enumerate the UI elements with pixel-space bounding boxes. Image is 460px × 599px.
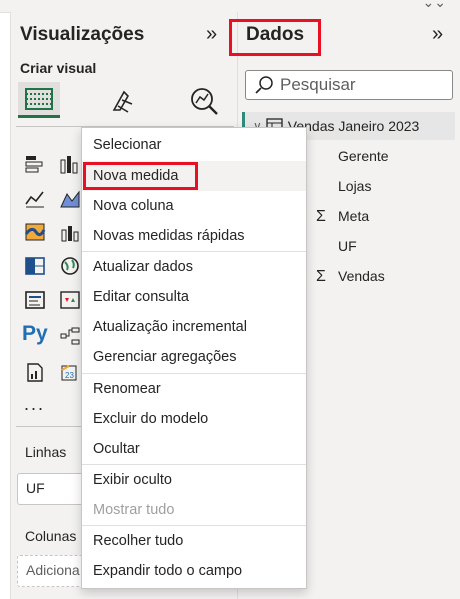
treemap-icon[interactable] — [22, 254, 48, 278]
columns-well-label: Colunas — [25, 528, 77, 544]
stacked-column-chart-icon[interactable] — [57, 152, 83, 176]
kpi-icon[interactable] — [57, 288, 83, 312]
search-icon — [255, 76, 273, 94]
decomposition-tree-icon[interactable] — [57, 324, 83, 348]
menu-item-atualizacao-incremental[interactable]: Atualização incremental — [82, 312, 306, 342]
data-title-highlight — [229, 19, 321, 56]
columns-well-drop-zone[interactable]: Adiciona — [17, 555, 87, 587]
paginated-report-icon[interactable] — [22, 360, 48, 384]
field-gerente[interactable]: Gerente — [316, 148, 389, 164]
menu-item-nova-coluna[interactable]: Nova coluna — [82, 191, 306, 221]
menu-item-novas-medidas-rapidas[interactable]: Novas medidas rápidas — [82, 221, 306, 251]
table-visual-icon[interactable] — [22, 288, 48, 312]
menu-item-gerenciar-agregacoes[interactable]: Gerenciar agregações — [82, 342, 306, 372]
columns-well-placeholder: Adiciona — [26, 562, 80, 578]
collapse-visualizations-icon[interactable]: » — [206, 23, 217, 46]
format-visual-icon[interactable] — [108, 86, 138, 121]
field-lojas[interactable]: Lojas — [316, 178, 371, 194]
menu-item-renomear[interactable]: Renomear — [82, 374, 306, 404]
build-visual-tab[interactable] — [18, 82, 60, 118]
visualizations-title: Visualizações — [20, 24, 145, 45]
rows-well-value: UF — [26, 480, 45, 496]
search-input[interactable]: Pesquisar — [245, 70, 453, 100]
rows-well-field[interactable]: UF — [17, 473, 87, 505]
menu-item-exibir-oculto[interactable]: Exibir oculto — [82, 465, 306, 495]
context-menu: Selecionar Nova medida Nova coluna Novas… — [81, 127, 307, 589]
area-chart-icon[interactable] — [57, 186, 83, 210]
line-chart-icon[interactable] — [22, 186, 48, 210]
more-visuals-icon[interactable]: ... — [24, 394, 45, 415]
field-label: UF — [338, 238, 357, 254]
build-visual-icon — [25, 88, 53, 110]
table-name: Vendas Janeiro 2023 — [287, 118, 420, 134]
menu-item-editar-consulta[interactable]: Editar consulta — [82, 282, 306, 312]
menu-item-ocultar[interactable]: Ocultar — [82, 434, 306, 464]
nova-medida-highlight — [83, 162, 198, 190]
field-sigma-icon: Σ — [316, 208, 326, 225]
ribbon-chart-icon[interactable] — [22, 220, 48, 244]
double-chevron-down-icon[interactable]: ⌄⌄ — [423, 0, 446, 11]
menu-item-mostrar-tudo: Mostrar tudo — [93, 502, 175, 518]
field-sigma-icon: Σ — [316, 268, 326, 285]
menu-item-selecionar[interactable]: Selecionar — [82, 130, 306, 160]
line-column-chart-icon[interactable] — [57, 220, 83, 244]
analytics-icon[interactable] — [188, 86, 220, 121]
menu-item-excluir-do-modelo[interactable]: Excluir do modelo — [82, 404, 306, 434]
field-label: Lojas — [338, 178, 372, 194]
svg-text:23: 23 — [65, 371, 74, 380]
field-meta[interactable]: Σ Meta — [316, 208, 369, 226]
field-label: Vendas — [338, 268, 385, 284]
stacked-bar-chart-icon[interactable] — [22, 152, 48, 176]
map-icon[interactable] — [57, 254, 83, 278]
power-apps-icon[interactable]: 23 — [57, 360, 83, 384]
field-label: Gerente — [338, 148, 389, 164]
field-uf[interactable]: UF — [316, 238, 357, 254]
field-vendas[interactable]: Σ Vendas — [316, 268, 385, 286]
python-visual-icon[interactable]: Py — [22, 322, 48, 346]
menu-item-recolher-tudo[interactable]: Recolher tudo — [82, 526, 306, 556]
collapse-data-pane-icon[interactable]: » — [432, 23, 443, 46]
menu-item-atualizar-dados[interactable]: Atualizar dados — [82, 252, 306, 282]
search-placeholder: Pesquisar — [280, 75, 356, 94]
field-label: Meta — [338, 208, 370, 224]
rows-well-label: Linhas — [25, 444, 67, 460]
menu-item-expandir-todo-o-campo[interactable]: Expandir todo o campo — [82, 556, 306, 586]
build-visual-label: Criar visual — [20, 60, 97, 76]
